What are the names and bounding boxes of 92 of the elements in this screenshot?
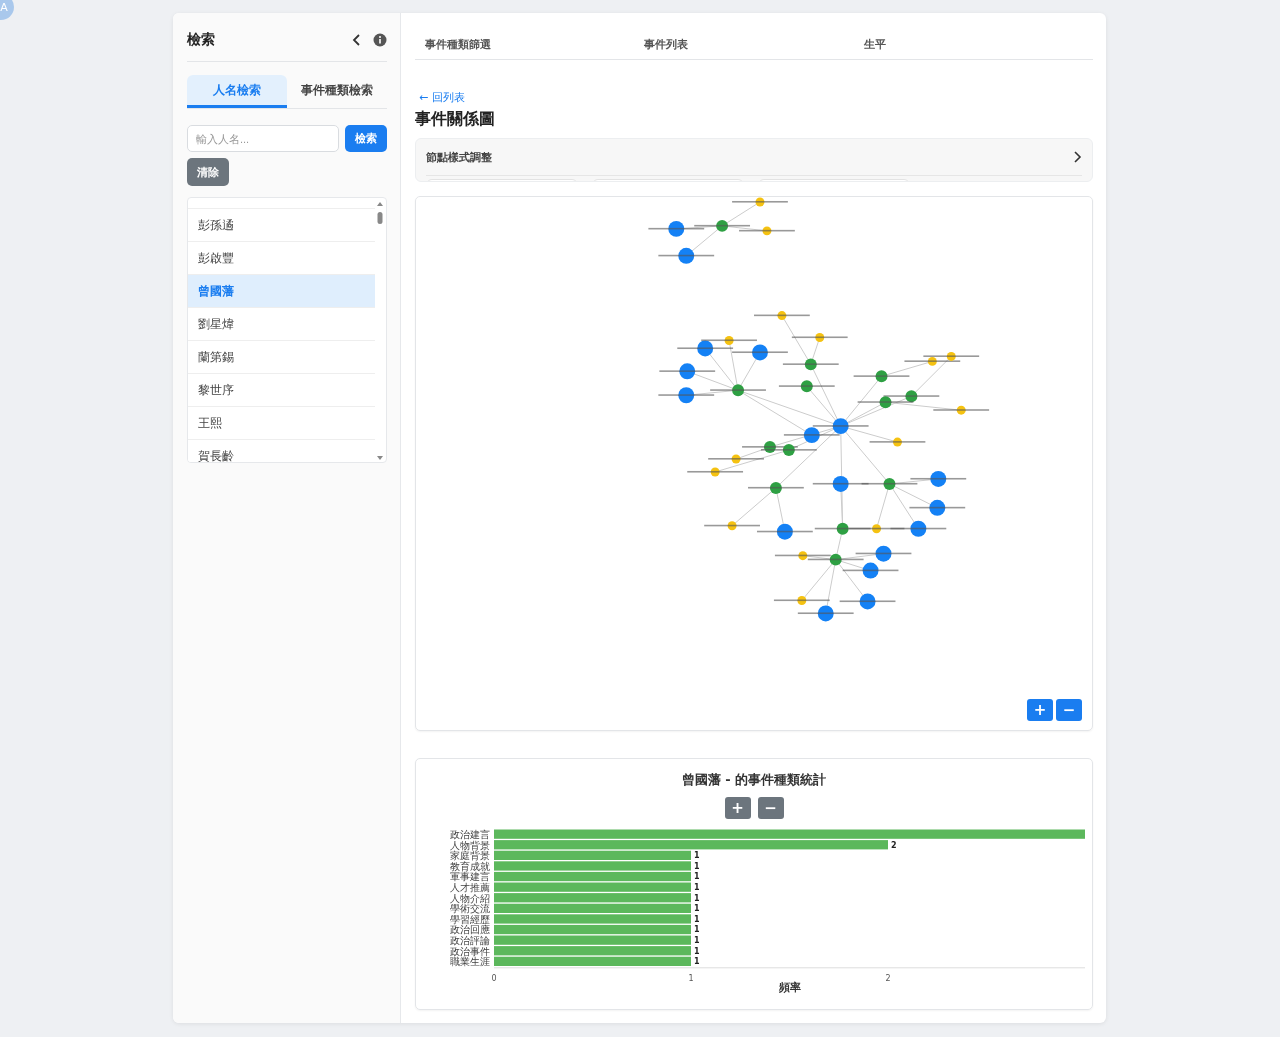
graph-node[interactable] xyxy=(869,437,926,447)
category-label: 政治事件 xyxy=(450,945,490,957)
category-label: 政治建言 xyxy=(450,829,490,840)
graph-node[interactable] xyxy=(732,197,788,207)
category-label: 人物介紹 xyxy=(450,892,490,904)
zoom-in-button[interactable]: + xyxy=(724,797,751,819)
axis-tick-label: 2 xyxy=(885,973,891,983)
value-label: 1 xyxy=(694,925,700,935)
search-button[interactable]: 檢索 xyxy=(345,125,387,152)
main-tab[interactable]: 事件列表 xyxy=(644,36,864,52)
axis-tick-label: 0 xyxy=(491,973,497,983)
graph-node[interactable] xyxy=(807,553,864,566)
value-label: 1 xyxy=(694,883,700,892)
style-panel-header[interactable]: 節點樣式調整 xyxy=(426,139,1082,176)
graph-node[interactable] xyxy=(704,521,760,531)
search-tab[interactable]: 人名檢索 xyxy=(187,75,287,108)
graph-node[interactable] xyxy=(904,356,961,366)
graph-node[interactable] xyxy=(774,551,831,561)
graph-node[interactable] xyxy=(701,336,757,345)
value-label: 1 xyxy=(694,851,700,861)
value-label: 2 xyxy=(891,840,897,850)
graph-node[interactable] xyxy=(782,358,839,371)
scrollbar[interactable] xyxy=(376,200,384,460)
graph-node[interactable] xyxy=(658,247,715,264)
graph-node[interactable] xyxy=(732,344,788,361)
graph-node[interactable] xyxy=(923,351,980,361)
collapse-icon[interactable] xyxy=(351,33,363,47)
graph-node[interactable] xyxy=(710,384,766,397)
sidebar-title: 檢索 xyxy=(187,31,215,49)
zoom-in-button[interactable]: + xyxy=(1027,699,1053,721)
info-icon[interactable] xyxy=(373,33,387,47)
graph-node[interactable] xyxy=(677,340,734,357)
category-label: 軍事建言 xyxy=(450,871,490,883)
graph-node[interactable] xyxy=(853,370,910,383)
back-link[interactable]: ← 回列表 xyxy=(419,90,1093,105)
chart-title: 曾國藩 - 的事件種類統計 xyxy=(681,771,827,789)
category-label: 人物背景 xyxy=(450,839,490,851)
graph-node[interactable] xyxy=(855,545,912,562)
graph-node[interactable] xyxy=(848,524,905,534)
value-label: 1 xyxy=(694,904,700,914)
value-label: 1 xyxy=(694,946,700,956)
graph-node[interactable] xyxy=(687,467,744,477)
graph-node[interactable] xyxy=(773,596,830,605)
graph-node[interactable] xyxy=(658,387,715,404)
graph-node[interactable] xyxy=(909,499,966,516)
graph-node[interactable] xyxy=(797,605,854,622)
category-label: 職業生涯 xyxy=(450,956,490,968)
graph-node[interactable] xyxy=(742,441,798,454)
value-label: 1 xyxy=(694,893,700,903)
category-label: 政治回應 xyxy=(450,924,490,936)
value-label: 1 xyxy=(694,936,700,945)
graph-node[interactable] xyxy=(708,454,764,464)
main-tab[interactable]: 生平 xyxy=(863,36,1083,52)
category-label: 政治評論 xyxy=(450,935,490,946)
clear-button[interactable]: 清除 xyxy=(187,158,229,186)
graph-node[interactable] xyxy=(861,477,918,490)
page-heading: 事件關係圖 xyxy=(415,109,496,130)
graph-node[interactable] xyxy=(754,311,810,321)
name-input-field[interactable]: 輸入人名... xyxy=(187,125,339,152)
search-tab[interactable]: 事件種類檢索 xyxy=(287,75,387,108)
graph-node[interactable] xyxy=(760,444,817,456)
category-label: 學習經歷 xyxy=(450,913,490,925)
graph-node[interactable] xyxy=(757,523,813,540)
value-label: 1 xyxy=(694,957,700,967)
value-label: 1 xyxy=(694,861,700,871)
zoom-out-button[interactable]: − xyxy=(1056,699,1082,721)
graph-node[interactable] xyxy=(857,396,914,409)
main-tab[interactable]: 事件種類篩選 xyxy=(425,36,645,52)
graph-node[interactable] xyxy=(839,593,896,610)
graph-node[interactable] xyxy=(648,220,705,237)
graph-node[interactable] xyxy=(778,380,835,393)
value-label: 1 xyxy=(694,872,700,882)
category-label: 教育成就 xyxy=(450,860,490,872)
graph-node[interactable] xyxy=(739,226,795,236)
category-label: 學術交流 xyxy=(450,903,490,915)
category-label: 人才推薦 xyxy=(450,882,490,893)
axis-title: 頻率 xyxy=(778,981,801,994)
value-label: 1 xyxy=(694,914,700,924)
graph-node[interactable] xyxy=(791,333,848,342)
zoom-out-button[interactable]: − xyxy=(757,797,784,819)
graph-node[interactable] xyxy=(748,481,804,494)
graph-node[interactable] xyxy=(812,418,869,435)
person-item[interactable]: 賀長齡 xyxy=(188,439,375,462)
graph-node[interactable] xyxy=(910,470,967,487)
graph-node[interactable] xyxy=(933,405,990,415)
graph-node[interactable] xyxy=(659,363,716,380)
axis-tick-label: 1 xyxy=(688,973,694,983)
graph-node[interactable] xyxy=(842,562,899,579)
graph-node[interactable] xyxy=(694,219,750,232)
graph-node[interactable] xyxy=(883,390,940,403)
graph-node[interactable] xyxy=(783,427,840,444)
category-label: 家庭背景 xyxy=(450,850,490,862)
